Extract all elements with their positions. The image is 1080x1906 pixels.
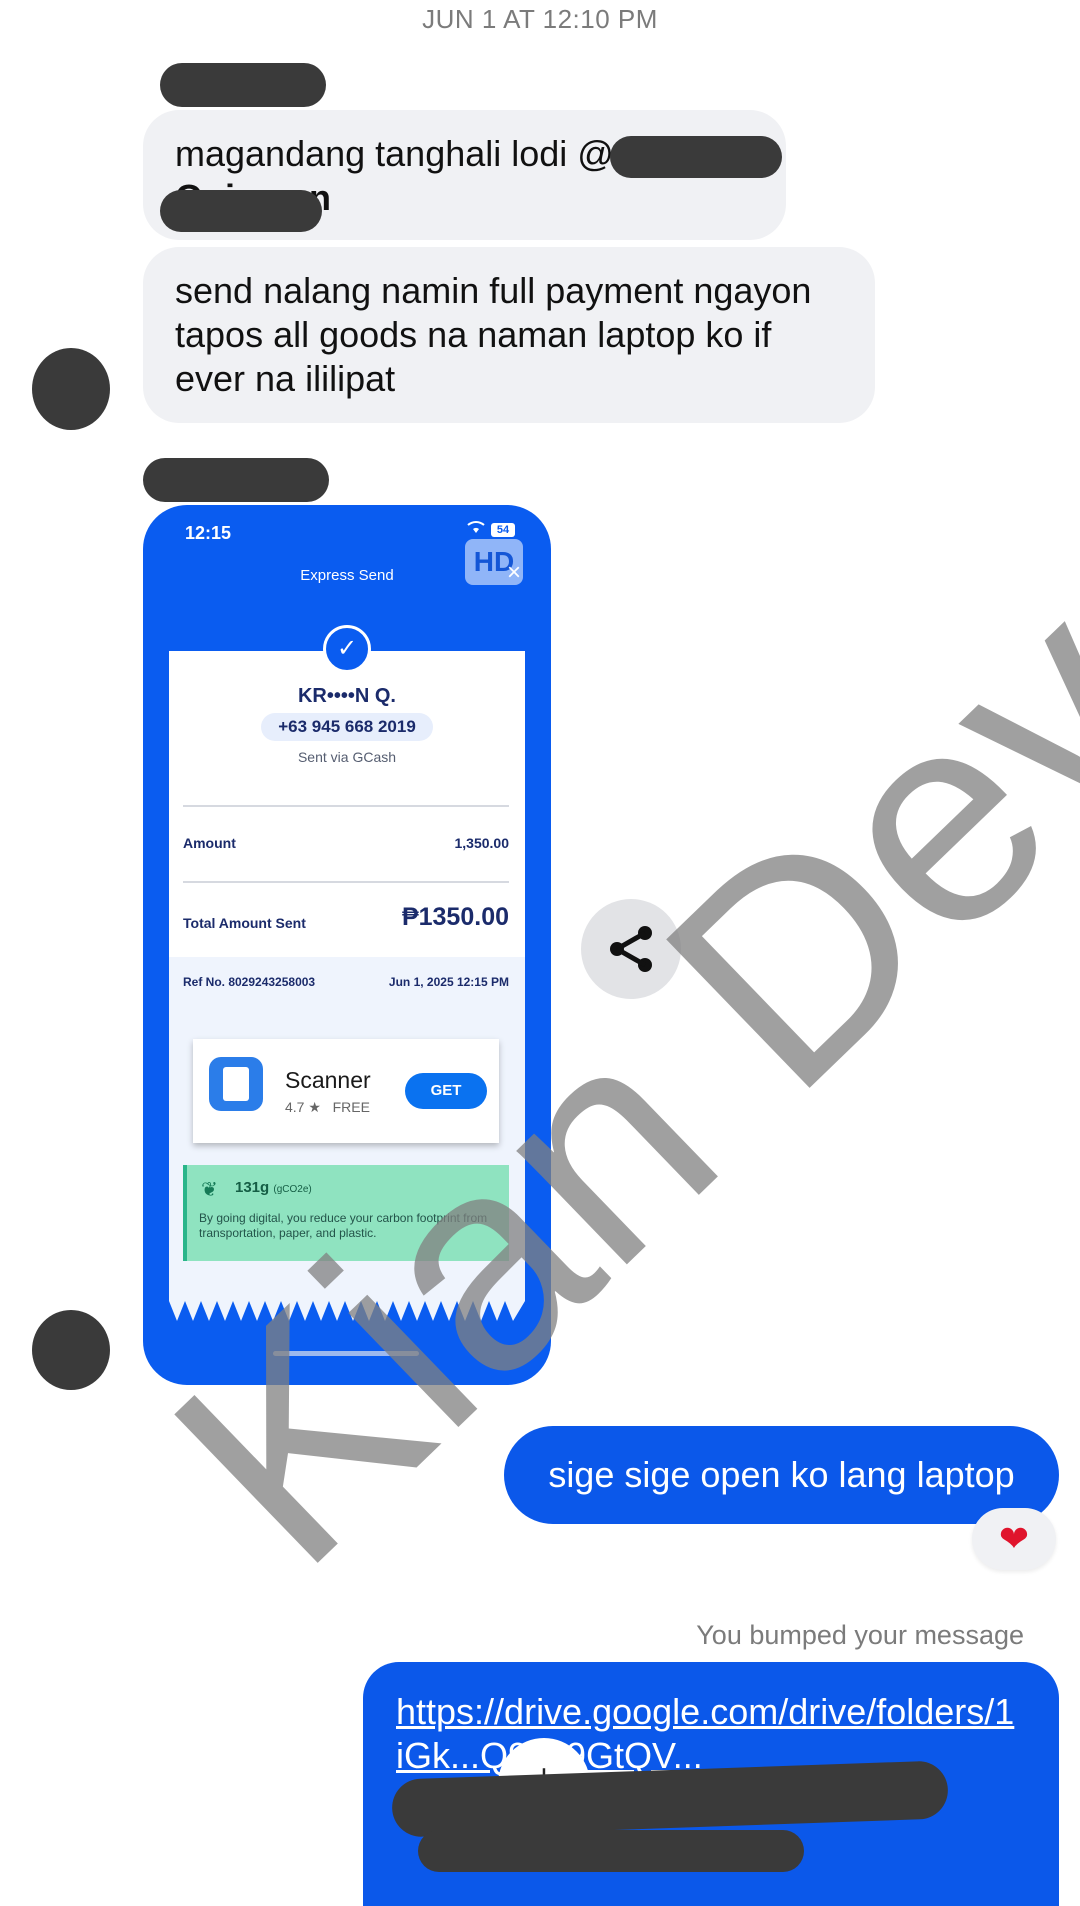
home-indicator xyxy=(273,1351,419,1356)
divider xyxy=(183,805,509,807)
message-2-line1: send nalang namin full payment ngayon xyxy=(175,270,812,311)
divider xyxy=(183,881,509,883)
document-icon xyxy=(223,1067,249,1101)
amount-label: Amount xyxy=(183,835,236,851)
ad-get-button[interactable]: GET xyxy=(405,1073,487,1109)
ad-app-name: Scanner xyxy=(285,1067,371,1093)
status-time: 12:15 xyxy=(185,523,232,543)
outgoing-message-1-text: sige sige open ko lang laptop xyxy=(548,1454,1015,1495)
sender-name-redacted-2 xyxy=(143,458,329,502)
leaf-icon: ❦ xyxy=(201,1179,218,1201)
mention-redacted xyxy=(610,136,782,178)
check-icon: ✓ xyxy=(323,625,371,673)
message-2-line3: ever na ililipat xyxy=(175,358,396,399)
sender-name-redacted xyxy=(160,63,326,107)
sender-avatar-2[interactable] xyxy=(32,1310,110,1390)
eco-unit: (gCO2e) xyxy=(273,1184,312,1195)
sent-via: Sent via GCash xyxy=(297,749,397,765)
share-button[interactable] xyxy=(581,899,681,999)
mention-redacted-2 xyxy=(160,190,322,232)
ad-rating: 4.7 ★ xyxy=(285,1099,321,1115)
link-redacted-2 xyxy=(418,1830,804,1872)
wifi-icon xyxy=(465,519,487,540)
outgoing-message-1[interactable]: sige sige open ko lang laptop xyxy=(504,1426,1059,1524)
recipient-name: KR••••N Q. xyxy=(297,685,396,707)
ref-number: Ref No. 8029243258003 xyxy=(183,975,316,989)
screen-title: Express Send xyxy=(300,567,394,584)
amount-value: 1,350.00 xyxy=(454,835,510,851)
shared-image-gcash-receipt[interactable]: 12:15 54 HD × Express Send ✓ KR••••N Q. … xyxy=(143,505,551,1385)
bumped-notice: You bumped your message xyxy=(696,1620,1024,1650)
ad-app-meta: 4.7 ★ FREE xyxy=(285,1099,370,1116)
conversation-timestamp: JUN 1 AT 12:10 PM xyxy=(422,4,658,34)
ref-section xyxy=(169,957,525,1331)
sender-avatar[interactable] xyxy=(32,348,110,430)
chat-screen: JUN 1 AT 12:10 PM magandang tanghali lod… xyxy=(0,0,1080,1906)
ref-date: Jun 1, 2025 12:15 PM xyxy=(388,975,509,989)
total-value: ₱1350.00 xyxy=(401,903,509,931)
eco-title: 131g (gCO2e) xyxy=(235,1179,312,1196)
recipient-phone: +63 945 668 2019 xyxy=(261,713,433,741)
eco-description: By going digital, you reduce your carbon… xyxy=(199,1211,488,1240)
heart-icon[interactable]: ❤ xyxy=(972,1508,1056,1570)
total-label: Total Amount Sent xyxy=(183,915,306,931)
ad-price: FREE xyxy=(332,1099,370,1115)
eco-value: 131g xyxy=(235,1179,270,1196)
incoming-message-2[interactable]: send nalang namin full payment ngayon ta… xyxy=(143,247,875,423)
message-2-line2: tapos all goods na naman laptop ko if xyxy=(175,314,772,355)
battery-indicator: 54 xyxy=(491,523,515,537)
receipt-zigzag-edge xyxy=(169,1301,525,1331)
share-icon xyxy=(610,926,652,972)
